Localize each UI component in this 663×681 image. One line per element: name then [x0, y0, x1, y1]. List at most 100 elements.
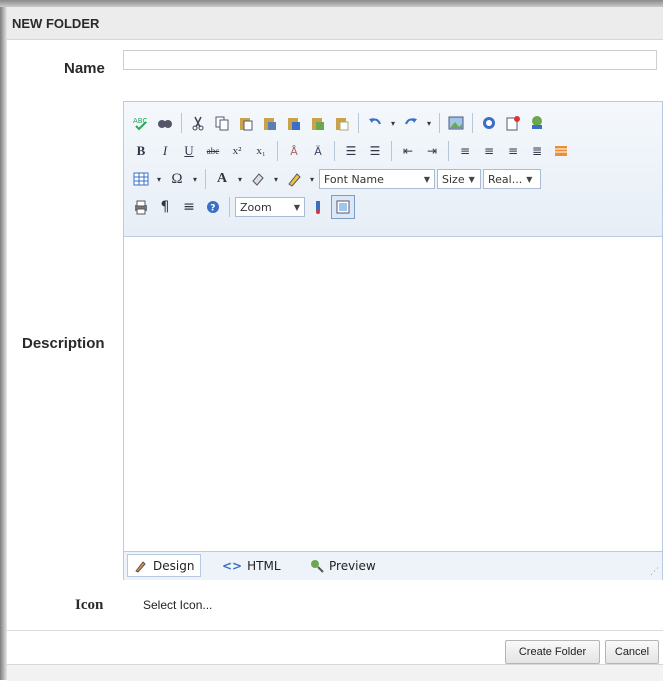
- paste-text-icon[interactable]: [259, 112, 281, 134]
- font-color-dropdown-icon[interactable]: ▾: [235, 168, 245, 190]
- toolbar-separator: [277, 141, 278, 161]
- description-label: Description: [22, 335, 105, 352]
- strikethrough-icon[interactable]: abc: [202, 140, 224, 162]
- image-icon[interactable]: [445, 112, 467, 134]
- toolbar-separator: [181, 113, 182, 133]
- undo-icon[interactable]: [364, 112, 386, 134]
- icon-label: Icon: [75, 597, 104, 613]
- help-icon[interactable]: ?: [202, 196, 224, 218]
- size-dropdown[interactable]: Size ▼: [437, 169, 481, 189]
- name-input[interactable]: [123, 50, 657, 70]
- justify-icon[interactable]: ≣: [526, 140, 548, 162]
- unordered-list-icon[interactable]: ☰: [364, 140, 386, 162]
- cancel-button[interactable]: Cancel: [605, 640, 659, 664]
- print-icon[interactable]: [130, 196, 152, 218]
- outdent-icon[interactable]: ⇤: [397, 140, 419, 162]
- chevron-down-icon: ▼: [423, 174, 430, 184]
- superscript-icon[interactable]: x²: [226, 140, 248, 162]
- align-left-icon[interactable]: ≡: [454, 140, 476, 162]
- dialog-shadow-top: [0, 0, 663, 7]
- italic-icon[interactable]: I: [154, 140, 176, 162]
- toolbar-separator: [391, 141, 392, 161]
- paste-html-icon[interactable]: [307, 112, 329, 134]
- font-name-dropdown[interactable]: Font Name ▼: [319, 169, 435, 189]
- magnifier-icon: [311, 559, 324, 573]
- horizontal-rule-icon[interactable]: ≡: [178, 196, 200, 218]
- tab-design-label: Design: [153, 558, 195, 573]
- chevron-down-icon: ▼: [468, 174, 475, 184]
- paste-word-icon[interactable]: [283, 112, 305, 134]
- highlight-dropdown-icon[interactable]: ▾: [271, 168, 281, 190]
- format-stripper-icon[interactable]: Å: [283, 140, 305, 162]
- resize-grip-icon[interactable]: ⋰: [650, 567, 659, 577]
- zoom-label: Zoom: [240, 200, 272, 214]
- tab-preview[interactable]: Preview: [304, 554, 382, 577]
- toolbar-separator: [229, 197, 230, 217]
- toolbar-separator: [472, 113, 473, 133]
- toolbar-separator: [205, 169, 206, 189]
- style-builder-dropdown-icon[interactable]: ▾: [307, 168, 317, 190]
- toolbar-row-4: ¶ ≡ ? Zoom ▼: [130, 194, 355, 220]
- paste-icon[interactable]: [235, 112, 257, 134]
- paragraph-icon[interactable]: ¶: [154, 196, 176, 218]
- chevron-down-icon: ▼: [526, 174, 533, 184]
- editor-mode-bar: Design <> HTML Preview ⋰: [124, 551, 662, 580]
- code-icon: <>: [222, 558, 243, 573]
- underline-icon[interactable]: U: [178, 140, 200, 162]
- real-dropdown[interactable]: Real... ▼: [483, 169, 541, 189]
- toolbar-separator: [448, 141, 449, 161]
- cut-icon[interactable]: [187, 112, 209, 134]
- toolbar-row-2: B I U abc x² x₁ Å Ä ☰ ☰ ⇤ ⇥ ≡ ≡ ≡ ≣: [130, 138, 572, 164]
- pencil-icon: [135, 560, 146, 573]
- case-icon[interactable]: Ä: [307, 140, 329, 162]
- highlight-icon[interactable]: [247, 168, 269, 190]
- symbol-icon[interactable]: Ω: [166, 168, 188, 190]
- track-icon[interactable]: [307, 196, 329, 218]
- copy-icon[interactable]: [211, 112, 233, 134]
- tab-html-label: HTML: [247, 558, 281, 573]
- align-center-icon[interactable]: ≡: [478, 140, 500, 162]
- toolbar-row-3: ▾ Ω ▾ A ▾ ▾ ▾ Font Name ▼ Size ▼ Real...…: [130, 166, 541, 192]
- font-name-label: Font Name: [324, 172, 384, 186]
- rich-text-editor: ABC ▾ ▾ B I U abc x² x₁ Å Ä ☰ ☰ ⇤ ⇥ ≡ ≡ …: [123, 101, 663, 580]
- symbol-dropdown-icon[interactable]: ▾: [190, 168, 200, 190]
- tab-html[interactable]: <> HTML: [216, 554, 287, 577]
- font-color-icon[interactable]: A: [211, 168, 233, 190]
- toolbar-separator: [334, 141, 335, 161]
- redo-icon[interactable]: [400, 112, 422, 134]
- style-builder-icon[interactable]: [283, 168, 305, 190]
- tab-preview-label: Preview: [329, 558, 376, 573]
- dialog-footer: [7, 664, 663, 681]
- select-icon-link[interactable]: Select Icon...: [143, 598, 212, 612]
- indent-icon[interactable]: ⇥: [421, 140, 443, 162]
- create-folder-button[interactable]: Create Folder: [505, 640, 600, 664]
- bold-icon[interactable]: B: [130, 140, 152, 162]
- table-icon[interactable]: [130, 168, 152, 190]
- dialog: NEW FOLDER Name Description ABC ▾ ▾ B I …: [0, 0, 663, 681]
- undo-dropdown-icon[interactable]: ▾: [388, 112, 398, 134]
- footer-divider: [7, 630, 663, 631]
- name-label: Name: [64, 60, 105, 77]
- find-icon[interactable]: [154, 112, 176, 134]
- table-dropdown-icon[interactable]: ▾: [154, 168, 164, 190]
- zoom-dropdown[interactable]: Zoom ▼: [235, 197, 305, 217]
- spellcheck-icon[interactable]: ABC: [130, 112, 152, 134]
- paste-plain-icon[interactable]: [331, 112, 353, 134]
- subscript-icon[interactable]: x₁: [250, 140, 272, 162]
- size-label: Size: [442, 172, 465, 186]
- redo-dropdown-icon[interactable]: ▾: [424, 112, 434, 134]
- editor-content-area[interactable]: [124, 236, 662, 551]
- ordered-list-icon[interactable]: ☰: [340, 140, 362, 162]
- tab-design[interactable]: Design: [127, 554, 202, 577]
- toolbar-row-1: ABC ▾ ▾: [130, 110, 548, 136]
- style-icon[interactable]: [550, 140, 572, 162]
- link-icon[interactable]: [526, 112, 548, 134]
- align-right-icon[interactable]: ≡: [502, 140, 524, 162]
- dialog-title: NEW FOLDER: [12, 16, 100, 31]
- fullscreen-icon[interactable]: [331, 195, 355, 219]
- document-icon[interactable]: [502, 112, 524, 134]
- toolbar-separator: [358, 113, 359, 133]
- media-icon[interactable]: [478, 112, 500, 134]
- svg-text:?: ?: [210, 204, 215, 214]
- dialog-shadow-left: [0, 0, 7, 680]
